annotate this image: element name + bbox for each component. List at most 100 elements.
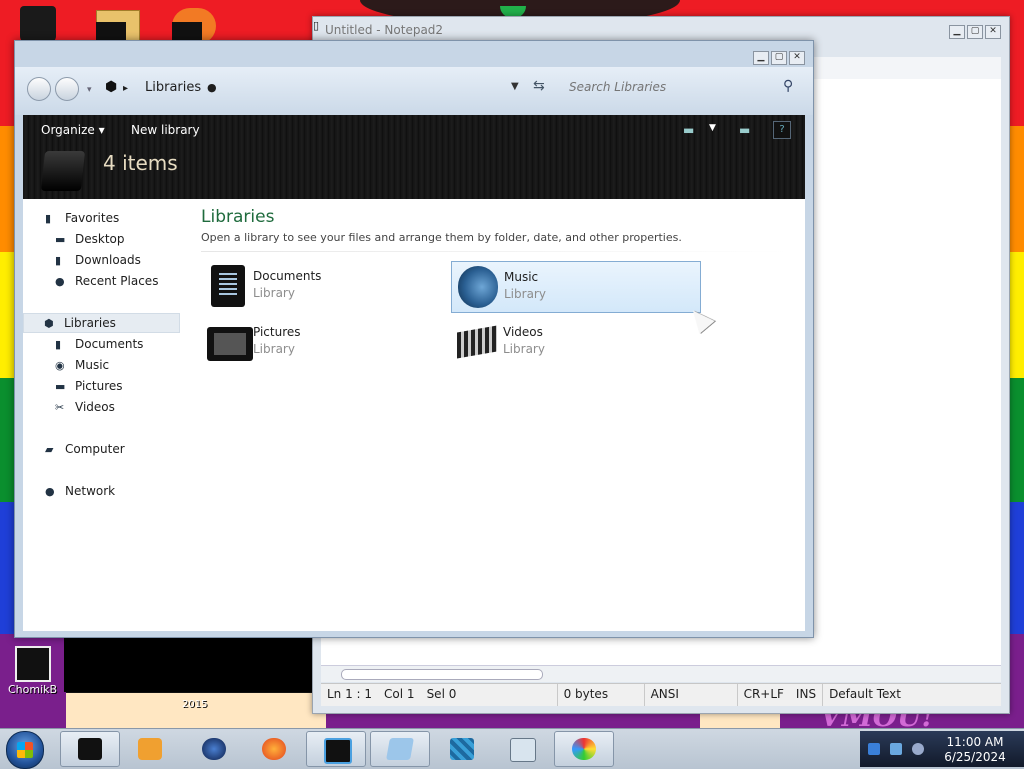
command-bar: Organize ▾ New library ▬ ▼ ▬ ? 4 items xyxy=(23,115,805,199)
status-size: 0 bytes xyxy=(558,684,645,706)
library-type: Library xyxy=(253,286,295,300)
chevron-right-icon[interactable]: ● xyxy=(207,81,217,94)
library-item-pictures[interactable]: Pictures Library xyxy=(201,317,449,367)
nav-item-pictures[interactable]: ▬ Pictures xyxy=(55,377,123,395)
status-bar: Ln 1 : 1 Col 1 Sel 0 0 bytes ANSI CR+LF … xyxy=(321,683,1001,706)
notepad-icon: ▯ xyxy=(313,19,320,32)
redacted-label xyxy=(172,22,202,40)
recycle-bin-icon[interactable] xyxy=(20,6,56,44)
organize-button[interactable]: Organize ▾ xyxy=(41,123,105,137)
videos-icon: ✂ xyxy=(55,401,65,414)
network-icon[interactable] xyxy=(890,743,902,755)
chevron-right-icon[interactable]: ▸ xyxy=(123,83,128,94)
nav-label: Documents xyxy=(75,337,144,351)
status-line-endings: CR+LF xyxy=(743,687,784,701)
taskbar-button-notepad[interactable] xyxy=(370,731,430,767)
volume-icon[interactable] xyxy=(912,743,924,755)
maximize-button[interactable]: ▢ xyxy=(771,51,787,65)
recent-icon: ● xyxy=(55,275,65,288)
refresh-icon[interactable]: ⇆ xyxy=(533,78,545,94)
firefox-icon xyxy=(262,738,286,760)
view-icon[interactable]: ▬ xyxy=(683,123,694,137)
nav-label: Network xyxy=(65,484,116,498)
media-player-icon xyxy=(138,738,162,760)
search-icon[interactable]: ⚲ xyxy=(783,78,793,94)
preview-pane-icon[interactable]: ▬ xyxy=(739,123,750,137)
navigation-pane: ▮ Favorites ▬ Desktop ▮ Downloads ● Recent P… xyxy=(23,199,191,631)
scrollbar-thumb[interactable] xyxy=(341,669,543,680)
search-input[interactable] xyxy=(567,75,803,99)
chomik-icon[interactable] xyxy=(15,646,51,682)
minimize-button[interactable]: ▁ xyxy=(949,25,965,39)
library-name: Pictures xyxy=(253,325,301,339)
status-selection: Sel 0 xyxy=(421,684,558,706)
library-icon: ⬢ xyxy=(44,317,54,330)
navigation-bar: ▾ ⬢ ▸ Libraries ● ▼ ⇆ ⚲ xyxy=(15,67,813,115)
nav-item-desktop[interactable]: ▬ Desktop xyxy=(55,230,125,248)
taskbar-button-registry[interactable] xyxy=(432,731,492,767)
star-icon: ▮ xyxy=(45,212,52,225)
close-button[interactable]: ✕ xyxy=(985,25,1001,39)
download-icon: ▮ xyxy=(55,254,62,267)
library-type: Library xyxy=(503,342,545,356)
organize-label: Organize xyxy=(41,123,95,137)
speaker-icon xyxy=(458,266,498,308)
documents-icon xyxy=(211,265,245,307)
taskbar-button-window[interactable] xyxy=(306,731,366,767)
explorer-window[interactable]: ▁ ▢ ✕ ▾ ⬢ ▸ Libraries ● ▼ ⇆ ⚲ Organize ▾… xyxy=(14,40,814,638)
nav-item-favorites[interactable]: ▮ Favorites xyxy=(45,209,119,227)
help-icon[interactable]: ? xyxy=(773,121,791,139)
library-type: Library xyxy=(253,342,295,356)
taskbar-button-calculator[interactable] xyxy=(492,731,552,767)
nav-label: Desktop xyxy=(75,232,125,246)
nav-item-documents[interactable]: ▮ Documents xyxy=(55,335,143,353)
window-title: Untitled - Notepad2 xyxy=(325,23,444,37)
start-button[interactable] xyxy=(6,731,44,769)
explorer-body: ▮ Favorites ▬ Desktop ▮ Downloads ● Recent P… xyxy=(23,199,805,631)
nav-label: Computer xyxy=(65,442,125,456)
library-item-documents[interactable]: Documents Library xyxy=(201,261,449,311)
address-dropdown-icon[interactable]: ▼ xyxy=(511,81,519,92)
nav-item-network[interactable]: ● Network xyxy=(45,482,115,500)
maximize-button[interactable]: ▢ xyxy=(967,25,983,39)
nav-item-computer[interactable]: ▰ Computer xyxy=(45,440,125,458)
library-name: Documents xyxy=(253,269,322,283)
nav-item-recent-places[interactable]: ● Recent Places xyxy=(55,272,158,290)
close-button[interactable]: ✕ xyxy=(789,51,805,65)
recent-pages-icon[interactable]: ▾ xyxy=(87,85,92,95)
clock[interactable]: 11:00 AM 6/25/2024 xyxy=(930,735,1020,765)
computer-icon: ▰ xyxy=(45,443,54,456)
taskbar-button-paint[interactable] xyxy=(554,731,614,767)
nav-item-downloads[interactable]: ▮ Downloads xyxy=(55,251,141,269)
nav-item-libraries[interactable]: ⬢ Libraries xyxy=(23,313,180,333)
status-mode: INS xyxy=(790,684,824,706)
status-column: Col 1 xyxy=(384,687,415,701)
taskbar-button-globe[interactable] xyxy=(184,731,244,767)
taskbar-button-media-player[interactable] xyxy=(120,731,180,767)
libraries-large-icon xyxy=(40,151,86,191)
view-dropdown-icon[interactable]: ▼ xyxy=(709,123,716,133)
shield-icon[interactable] xyxy=(868,743,880,755)
address-bar[interactable]: Libraries xyxy=(145,80,201,95)
status-encoding: ANSI xyxy=(645,684,738,706)
taskbar-button-firefox[interactable] xyxy=(244,731,304,767)
pictures-icon: ▬ xyxy=(55,380,66,393)
nav-label: Pictures xyxy=(75,379,123,393)
forward-button[interactable] xyxy=(55,77,79,101)
back-button[interactable] xyxy=(27,77,51,101)
library-name: Music xyxy=(504,270,539,284)
taskbar-button-explorer[interactable] xyxy=(60,731,120,767)
new-library-button[interactable]: New library xyxy=(131,123,200,137)
nav-item-videos[interactable]: ✂ Videos xyxy=(55,398,115,416)
pictures-icon xyxy=(207,327,253,361)
library-name: Videos xyxy=(503,325,543,339)
library-item-videos[interactable]: Videos Library xyxy=(451,317,699,367)
nav-item-music[interactable]: ◉ Music xyxy=(55,356,109,374)
horizontal-scrollbar[interactable] xyxy=(321,665,1001,682)
library-item-music[interactable]: Music Library xyxy=(451,261,701,313)
globe-icon xyxy=(202,738,226,760)
minimize-button[interactable]: ▁ xyxy=(753,51,769,65)
music-icon: ◉ xyxy=(55,359,65,372)
clock-date: 6/25/2024 xyxy=(944,750,1006,764)
window-controls: ▁ ▢ ✕ xyxy=(949,25,1001,39)
